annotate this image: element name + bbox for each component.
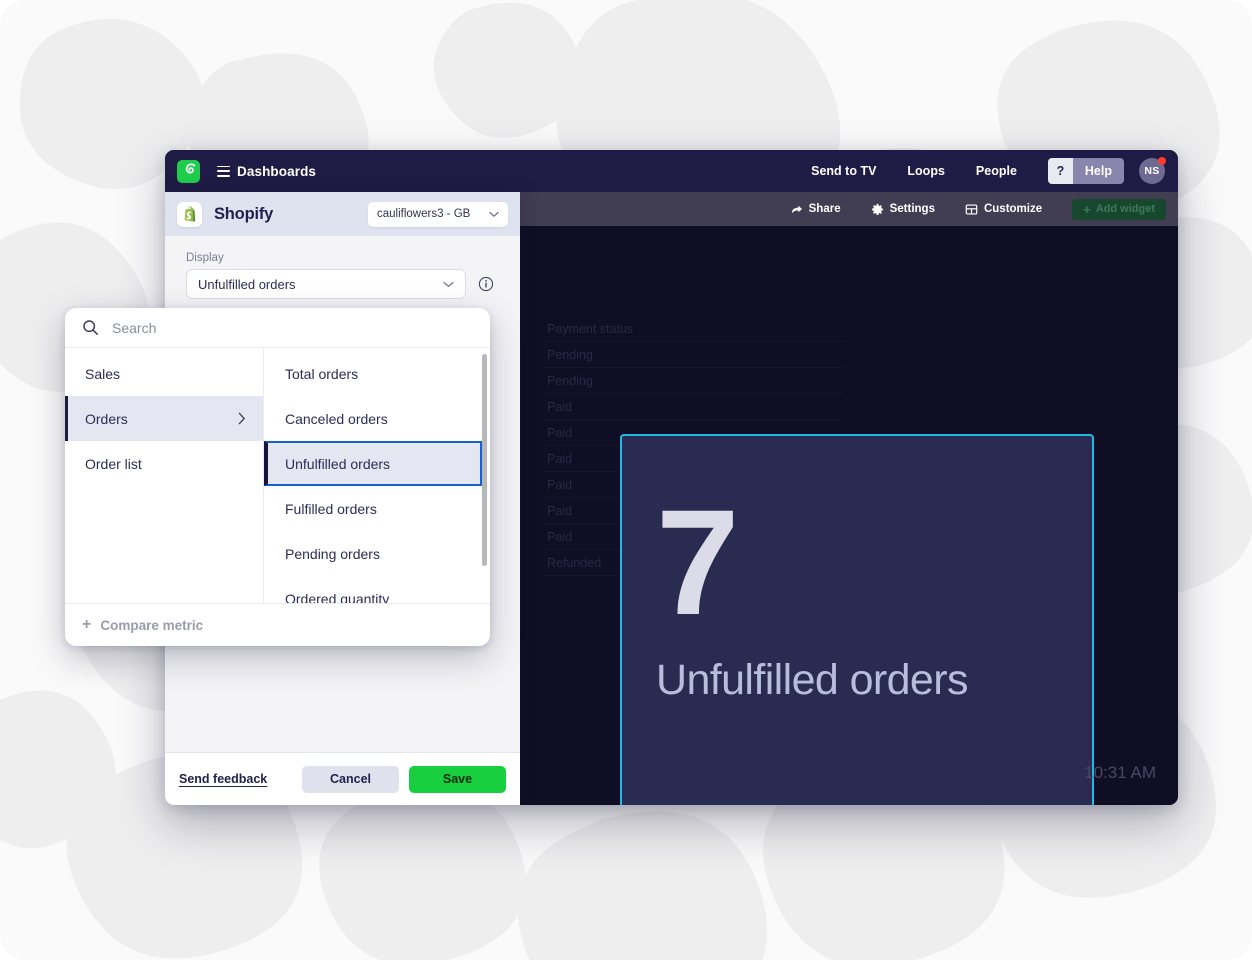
metric-item[interactable]: Unfulfilled orders (264, 441, 482, 486)
notification-dot-icon (1158, 157, 1166, 165)
display-field-row: Unfulfilled orders (186, 269, 499, 299)
chevron-down-icon (443, 281, 454, 287)
nav-link-loops[interactable]: Loops (907, 164, 945, 178)
category-item-label: Sales (85, 365, 121, 382)
hamburger-icon[interactable] (217, 165, 230, 177)
config-panel-footer: Send feedback Cancel Save (165, 752, 520, 805)
background-list-row: Payment status (545, 316, 845, 342)
popover-footer: + Compare metric (65, 603, 490, 646)
add-widget-button[interactable]: + Add widget (1072, 198, 1166, 220)
config-app-name: Shopify (214, 204, 274, 223)
category-item[interactable]: Order list (65, 441, 263, 486)
chevron-right-icon (238, 412, 246, 425)
layout-icon (965, 203, 978, 215)
dashboard-clock: 10:31 AM (1084, 763, 1156, 782)
metric-item-label: Fulfilled orders (285, 500, 377, 517)
share-arrow-icon (791, 205, 802, 213)
add-widget-label: Add widget (1095, 203, 1155, 215)
metric-item[interactable]: Fulfilled orders (264, 486, 482, 531)
help-button[interactable]: Help (1072, 158, 1124, 184)
category-item[interactable]: Sales (65, 351, 263, 396)
share-button[interactable]: Share (790, 203, 841, 216)
category-column: Sales Orders Order list (65, 348, 264, 603)
config-panel-header: Shopify cauliflowers3 - GB (165, 192, 520, 236)
settings-label: Settings (889, 203, 935, 215)
metric-item[interactable]: Canceled orders (264, 396, 482, 441)
background-list-row: Pending (545, 342, 845, 368)
avatar-wrap: NS (1139, 157, 1166, 184)
category-item-label: Orders (85, 410, 128, 427)
metric-item[interactable]: Total orders (264, 351, 482, 396)
kpi-widget[interactable]: 7 Unfulfilled orders (620, 434, 1094, 805)
background-list-row: Pending (545, 368, 845, 394)
top-navigation-bar: Dashboards Send to TV Loops People ? Hel… (165, 150, 1178, 192)
display-select[interactable]: Unfulfilled orders (186, 269, 466, 299)
display-select-value: Unfulfilled orders (198, 276, 296, 292)
search-input[interactable] (112, 319, 473, 336)
metric-item-label: Canceled orders (285, 410, 388, 427)
store-select-value: cauliflowers3 - GB (377, 208, 471, 220)
help-group: ? Help (1047, 158, 1124, 184)
send-feedback-link[interactable]: Send feedback (179, 772, 267, 786)
search-icon (83, 320, 98, 335)
popover-columns: Sales Orders Order list Total orders Cancel… (65, 348, 490, 603)
kpi-value: 7 (656, 478, 739, 646)
popover-search-row (65, 308, 490, 348)
customize-label: Customize (983, 203, 1043, 215)
metric-list: Total orders Canceled orders Unfulfilled o… (264, 351, 490, 603)
shopify-bag-icon (177, 201, 202, 227)
save-button[interactable]: Save (409, 765, 506, 793)
echo-spiral-logo-icon[interactable] (177, 159, 200, 183)
compare-metric-button[interactable]: + Compare metric (82, 617, 203, 633)
nav-link-send-to-tv[interactable]: Send to TV (811, 164, 876, 178)
wallpaper: Dashboards Send to TV Loops People ? Hel… (0, 0, 1252, 960)
page-title: Dashboards (237, 163, 317, 179)
customize-button[interactable]: Customize (965, 203, 1042, 216)
metric-item-label: Pending orders (285, 545, 380, 562)
nav-right-group: Send to TV Loops People ? Help NS (811, 150, 1178, 192)
share-label: Share (808, 203, 841, 215)
metric-item-label: Ordered quantity (285, 590, 390, 604)
info-circle-icon[interactable] (478, 276, 494, 292)
store-select[interactable]: cauliflowers3 - GB (368, 201, 508, 227)
nav-link-people[interactable]: People (976, 164, 1017, 178)
background-list-row: Paid (545, 394, 845, 420)
metric-item[interactable]: Pending orders (264, 531, 482, 576)
kpi-label: Unfulfilled orders (656, 656, 968, 704)
chevron-down-icon (489, 211, 499, 217)
metric-picker-popover: Sales Orders Order list Total orders Cancel… (65, 308, 490, 646)
metric-item-label: Total orders (285, 365, 359, 382)
metric-column: Total orders Canceled orders Unfulfilled o… (264, 348, 490, 603)
compare-metric-label: Compare metric (100, 617, 204, 633)
help-question-button[interactable]: ? (1047, 158, 1073, 184)
metric-list-scrollbar[interactable] (482, 354, 487, 566)
settings-button[interactable]: Settings (871, 203, 935, 216)
display-field-label: Display (186, 252, 224, 264)
category-item-label: Order list (85, 455, 142, 472)
plus-icon: + (82, 616, 92, 633)
plus-icon: + (1083, 201, 1091, 217)
gear-icon (871, 203, 883, 215)
category-item[interactable]: Orders (65, 396, 263, 441)
cancel-button[interactable]: Cancel (302, 765, 399, 793)
metric-item-label: Unfulfilled orders (285, 455, 391, 472)
metric-item[interactable]: Ordered quantity (264, 576, 482, 604)
